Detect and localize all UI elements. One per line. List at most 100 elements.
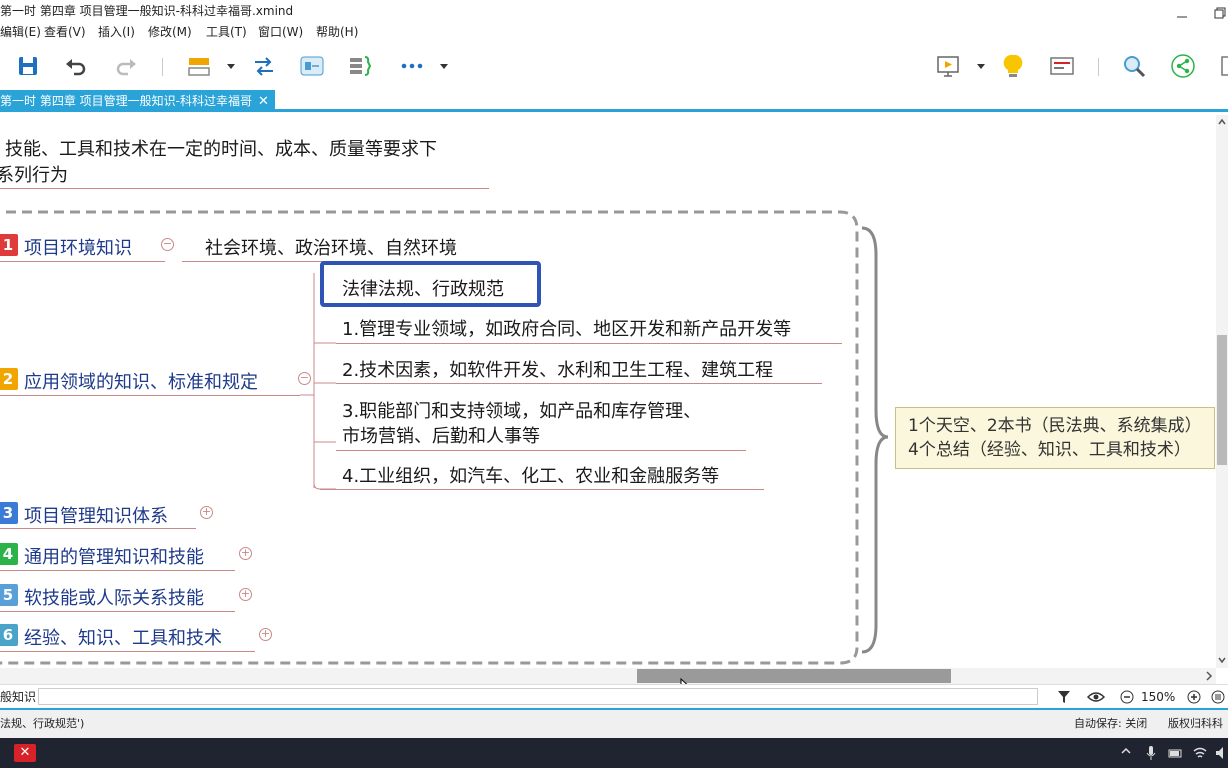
tab-document[interactable]: 第一时 第四章 项目管理一般知识-科科过幸福哥 ✕ xyxy=(0,90,275,112)
menu-insert[interactable]: 插入(I) xyxy=(96,22,137,42)
menu-modify[interactable]: 修改(M) xyxy=(146,22,194,42)
topic-management-domain[interactable]: 1.管理专业领域，如政府合同、地区开发和新产品开发等 xyxy=(342,315,791,341)
scroll-up-icon[interactable] xyxy=(1216,117,1228,127)
os-taskbar: ✕ xyxy=(0,738,1228,768)
restore-icon[interactable] xyxy=(1214,4,1226,19)
autosave-status[interactable]: 自动保存: 关闭 xyxy=(1074,710,1147,738)
branch-application-domain[interactable]: 应用领域的知识、标准和规定 xyxy=(24,368,258,394)
search-icon[interactable] xyxy=(1120,52,1148,80)
horizontal-scrollbar[interactable] xyxy=(0,668,1216,684)
topic-underline xyxy=(336,450,746,451)
scroll-down-icon[interactable] xyxy=(1216,655,1228,665)
topic-underline xyxy=(0,651,255,652)
eye-icon[interactable] xyxy=(1087,689,1105,705)
xmind-icon[interactable]: ✕ xyxy=(14,744,36,762)
topic-underline xyxy=(336,383,822,384)
topic-underline xyxy=(0,261,165,262)
topic-functional-departments-line2[interactable]: 市场营销、后勤和人事等 xyxy=(342,422,540,448)
undo-icon[interactable] xyxy=(62,52,90,80)
battery-icon[interactable] xyxy=(1168,745,1184,761)
priority-1-icon: 1 xyxy=(0,234,18,256)
more-icon[interactable] xyxy=(398,52,426,80)
toolbar-divider xyxy=(162,58,163,76)
toolbar-divider xyxy=(1098,58,1099,76)
branch-experience-knowledge[interactable]: 经验、知识、工具和技术 xyxy=(24,624,222,650)
idea-icon[interactable] xyxy=(999,52,1027,80)
breadcrumb[interactable]: 般知识 xyxy=(0,685,36,709)
menu-bar: 编辑(E) 查看(V) 插入(I) 修改(M) 工具(T) 窗口(W) 帮助(H… xyxy=(0,22,1228,42)
summary-line-2: 4个总结（经验、知识、工具和技术） xyxy=(908,440,1191,460)
branch-pm-knowledge-body[interactable]: 项目管理知识体系 xyxy=(24,502,168,528)
status-bar: 法规、行政规范') 自动保存: 关闭 版权归科科过 xyxy=(0,708,1228,758)
presentation-icon[interactable] xyxy=(934,52,962,80)
priority-3-icon: 3 xyxy=(0,502,18,524)
summary-topic[interactable]: 1个天空、2本书（民法典、系统集成） 4个总结（经验、知识、工具和技术） xyxy=(895,407,1215,469)
chevron-down-icon[interactable] xyxy=(227,64,235,69)
wifi-icon[interactable] xyxy=(1192,745,1208,761)
collapse-toggle[interactable]: − xyxy=(298,372,311,385)
expand-toggle[interactable]: + xyxy=(239,547,252,560)
central-topic-text-line2[interactable]: 系列行为 xyxy=(0,161,68,187)
scroll-right-icon[interactable] xyxy=(1204,668,1214,684)
mindmap-canvas[interactable]: 技能、工具和技术在一定的时间、成本、质量等要求下 系列行为 1 项目环境知识 −… xyxy=(0,115,1216,668)
menu-view[interactable]: 查看(V) xyxy=(42,22,88,42)
close-icon[interactable]: ✕ xyxy=(258,94,269,109)
priority-4-icon: 4 xyxy=(0,543,18,565)
chevron-up-icon[interactable] xyxy=(1120,745,1132,761)
branch-project-environment[interactable]: 项目环境知识 xyxy=(24,234,132,260)
breadcrumb-field[interactable] xyxy=(38,688,1038,705)
filter-icon[interactable] xyxy=(1056,689,1072,705)
vertical-scroll-thumb[interactable] xyxy=(1217,335,1227,465)
menu-icon[interactable] xyxy=(1211,690,1225,704)
status-message: 法规、行政规范') xyxy=(0,717,85,730)
microphone-icon[interactable] xyxy=(1145,745,1157,761)
bottom-bar: 般知识 150% xyxy=(0,684,1228,708)
window-title: 第一时 第四章 项目管理一般知识-科科过幸福哥.xmind xyxy=(0,4,294,18)
collapse-toggle[interactable]: − xyxy=(161,238,174,251)
topic-underline xyxy=(0,528,196,529)
relationship-icon[interactable] xyxy=(250,52,278,80)
menu-window[interactable]: 窗口(W) xyxy=(256,22,305,42)
expand-toggle[interactable]: + xyxy=(259,628,272,641)
topic-functional-departments-line1[interactable]: 3.职能部门和支持领域，如产品和库存管理、 xyxy=(342,397,701,423)
branch-soft-skills[interactable]: 软技能或人际关系技能 xyxy=(24,584,204,610)
expand-toggle[interactable]: + xyxy=(239,588,252,601)
priority-2-icon: 2 xyxy=(0,368,18,390)
topic-icon[interactable] xyxy=(185,52,213,80)
share-icon[interactable] xyxy=(1169,52,1197,80)
title-bar: 第一时 第四章 项目管理一般知识-科科过幸福哥.xmind xyxy=(0,0,1228,22)
speaker-icon[interactable] xyxy=(1214,745,1228,761)
redo-icon[interactable] xyxy=(112,52,140,80)
chevron-down-icon[interactable] xyxy=(440,64,448,69)
zoom-out-icon[interactable] xyxy=(1120,690,1134,704)
tab-label: 第一时 第四章 项目管理一般知识-科科过幸福哥 xyxy=(0,94,252,108)
zoom-level[interactable]: 150% xyxy=(1141,685,1175,709)
panel-icon[interactable] xyxy=(1218,52,1228,80)
save-icon[interactable] xyxy=(14,52,42,80)
summary-icon[interactable] xyxy=(346,52,374,80)
branch-general-management[interactable]: 通用的管理知识和技能 xyxy=(24,543,204,569)
vertical-scrollbar[interactable] xyxy=(1216,115,1228,668)
menu-help[interactable]: 帮助(H) xyxy=(314,22,360,42)
topic-underline xyxy=(336,343,842,344)
menu-tools[interactable]: 工具(T) xyxy=(204,22,249,42)
boundary-icon[interactable] xyxy=(298,52,326,80)
topic-laws-regulations[interactable]: 法律法规、行政规范 xyxy=(342,275,504,301)
central-topic-text-line1[interactable]: 技能、工具和技术在一定的时间、成本、质量等要求下 xyxy=(5,135,437,161)
priority-5-icon: 5 xyxy=(0,584,18,606)
topic-underline xyxy=(0,611,235,612)
topic-underline xyxy=(0,188,489,189)
topic-underline xyxy=(0,395,300,396)
summary-line-1: 1个天空、2本书（民法典、系统集成） xyxy=(908,416,1202,436)
topic-technical-factors[interactable]: 2.技术因素，如软件开发、水利和卫生工程、建筑工程 xyxy=(342,356,773,382)
menu-edit[interactable]: 编辑(E) xyxy=(0,22,43,42)
toolbar xyxy=(0,42,1228,90)
minimize-icon[interactable] xyxy=(1176,4,1188,18)
priority-6-icon: 6 xyxy=(0,624,18,646)
topic-social-environment[interactable]: 社会环境、政治环境、自然环境 xyxy=(205,234,457,260)
chevron-down-icon[interactable] xyxy=(977,64,985,69)
expand-toggle[interactable]: + xyxy=(200,506,213,519)
outline-icon[interactable] xyxy=(1048,52,1076,80)
topic-industrial-organization[interactable]: 4.工业组织，如汽车、化工、农业和金融服务等 xyxy=(342,462,719,488)
zoom-in-icon[interactable] xyxy=(1187,690,1201,704)
